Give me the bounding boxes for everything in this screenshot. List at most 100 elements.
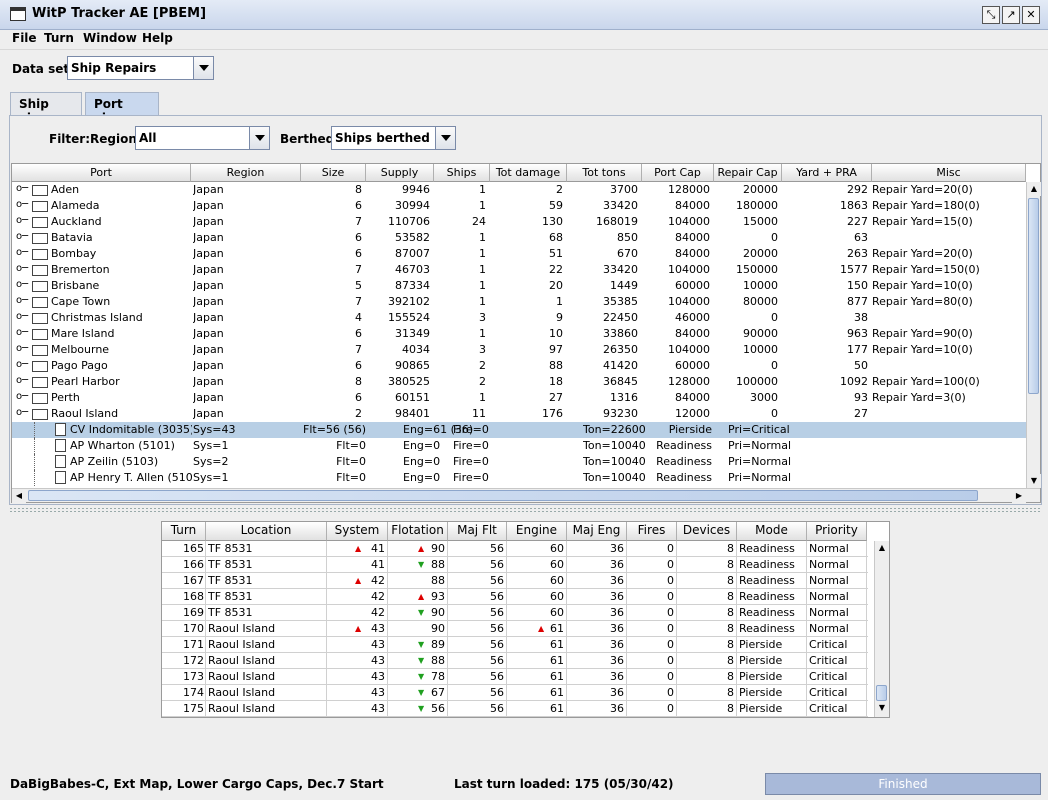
table-row[interactable]: o─ Pago Pago Japan 6 90865 2 88 41420 60000 0 50	[12, 358, 1026, 374]
column-header[interactable]: Location	[206, 522, 327, 541]
tree-expand-icon[interactable]: o─	[16, 231, 30, 242]
scroll-down-icon[interactable]: ▼	[875, 701, 889, 715]
table-row[interactable]: 173 Raoul Island 43 ▼ 78 56 61 36 0 8 Pierside Crit…	[162, 669, 868, 685]
column-header[interactable]: Engine	[507, 522, 567, 541]
tree-expand-icon[interactable]: o─	[16, 327, 30, 338]
chevron-down-icon[interactable]	[249, 127, 269, 149]
column-header[interactable]: Size	[301, 164, 366, 182]
tree-expand-icon[interactable]: o─	[16, 215, 30, 226]
port-table-vscroll[interactable]: ▲ ▼	[1026, 182, 1041, 488]
tree-expand-icon[interactable]: o─	[16, 183, 30, 194]
table-row[interactable]: o─ Bremerton Japan 7 46703 1 22 33420 104000 1500…	[12, 262, 1026, 278]
column-header[interactable]: System	[327, 522, 388, 541]
column-header[interactable]: Priority	[807, 522, 867, 541]
column-header[interactable]: Misc	[872, 164, 1026, 182]
table-row[interactable]: 174 Raoul Island 43 ▼ 67 56 61 36 0 8 Pierside Crit…	[162, 685, 868, 701]
column-header[interactable]: Turn	[162, 522, 206, 541]
close-icon[interactable]: ✕	[1022, 6, 1040, 24]
tab-ship-view[interactable]: Ship view	[10, 92, 82, 125]
ship-row[interactable]: AP Zeilin (5103) Sys=2 Flt=0 Eng=0 Fire=0 Ton…	[12, 454, 1026, 470]
table-row[interactable]: 175 Raoul Island 43 ▼ 56 56 61 36 0 8 Pierside Crit…	[162, 701, 868, 717]
table-row[interactable]: 172 Raoul Island 43 ▼ 88 56 61 36 0 8 Pierside Crit…	[162, 653, 868, 669]
column-header[interactable]: Fires	[627, 522, 677, 541]
table-row[interactable]: o─ Bombay Japan 6 87007 1 51 670 84000 20000 263 Re…	[12, 246, 1026, 262]
table-row[interactable]: o─ Auckland Japan 7 110706 24 130 168019 104000 1…	[12, 214, 1026, 230]
table-cell: Repair Yard=100(0)	[872, 375, 980, 388]
column-header[interactable]: Tot tons	[567, 164, 642, 182]
tree-expand-icon[interactable]: o─	[16, 311, 30, 322]
table-row[interactable]: o─ Brisbane Japan 5 87334 1 20 1449 60000 10000 15…	[12, 278, 1026, 294]
table-cell: 56	[490, 686, 504, 699]
vscroll-thumb[interactable]	[1028, 198, 1039, 394]
dataset-select[interactable]: Ship Repairs	[67, 56, 214, 80]
column-header[interactable]: Port Cap	[642, 164, 714, 182]
minimize-icon[interactable]: ⤡	[982, 6, 1000, 24]
tree-expand-icon[interactable]: o─	[16, 343, 30, 354]
scroll-down-icon[interactable]: ▼	[1027, 474, 1041, 488]
table-row[interactable]: o─ Mare Island Japan 6 31349 1 10 33860 84000 900…	[12, 326, 1026, 342]
region-select[interactable]: All	[135, 126, 270, 150]
column-header[interactable]: Maj Eng	[567, 522, 627, 541]
scroll-right-icon[interactable]: ▶	[1012, 489, 1026, 503]
tree-expand-icon[interactable]: o─	[16, 391, 30, 402]
menu-file[interactable]: File	[12, 31, 37, 45]
table-row[interactable]: o─ Perth Japan 6 60151 1 27 1316 84000 3000 93 Repa…	[12, 390, 1026, 406]
column-header[interactable]: Repair Cap	[714, 164, 782, 182]
tree-expand-icon[interactable]: o─	[16, 279, 30, 290]
column-header[interactable]: Region	[191, 164, 301, 182]
chevron-down-icon[interactable]	[435, 127, 455, 149]
column-header[interactable]: Port	[12, 164, 191, 182]
column-header[interactable]: Supply	[366, 164, 434, 182]
table-row[interactable]: 169 TF 8531 42 ▼ 90 56 60 36 0 8 Readiness Normal	[162, 605, 868, 621]
tree-expand-icon[interactable]: o─	[16, 199, 30, 210]
table-row[interactable]: 165 TF 8531 ▲ 41 ▲ 90 56 60 36 0 8 Readiness Normal	[162, 541, 868, 557]
maximize-icon[interactable]: ↗	[1002, 6, 1020, 24]
table-row[interactable]: o─ Alameda Japan 6 30994 1 59 33420 84000 180000 1…	[12, 198, 1026, 214]
split-divider[interactable]	[9, 507, 1042, 513]
tree-expand-icon[interactable]: o─	[16, 375, 30, 386]
table-row[interactable]: 168 TF 8531 42 ▲ 93 56 60 36 0 8 Readiness Normal	[162, 589, 868, 605]
table-row[interactable]: 170 Raoul Island ▲ 43 90 56 ▲ 61 36 0 8 Readiness No…	[162, 621, 868, 637]
ship-row[interactable]: CV Indomitable (3035) Sys=43 Flt=56 (56) En…	[12, 422, 1026, 438]
vscroll-thumb[interactable]	[876, 685, 887, 701]
history-vscroll[interactable]: ▲ ▼	[874, 541, 889, 717]
column-header[interactable]: Ships	[434, 164, 490, 182]
ship-row[interactable]: AP Henry T. Allen (5105) Sys=1 Flt=0 Eng=0 F…	[12, 470, 1026, 486]
column-header[interactable]: Maj Flt	[448, 522, 507, 541]
tab-port-view[interactable]: Port view	[85, 92, 159, 125]
scroll-up-icon[interactable]: ▲	[875, 541, 889, 555]
column-header[interactable]: Yard + PRA	[782, 164, 872, 182]
table-row[interactable]: o─ Aden Japan 8 9946 1 2 3700 128000 20000 292 Repa…	[12, 182, 1026, 198]
table-row[interactable]: o─ Batavia Japan 6 53582 1 68 850 84000 0 63	[12, 230, 1026, 246]
tree-expand-icon[interactable]: o─	[16, 295, 30, 306]
menu-turn[interactable]: Turn	[44, 31, 74, 45]
table-row[interactable]: 167 TF 8531 ▲ 42 88 56 60 36 0 8 Readiness Normal	[162, 573, 868, 589]
table-row[interactable]: o─ Raoul Island Japan 2 98401 11 176 93230 12000…	[12, 406, 1026, 422]
table-cell: 36	[610, 670, 624, 683]
tree-line	[34, 422, 52, 438]
title-bar[interactable]: WitP Tracker AE [PBEM] ⤡ ↗ ✕	[0, 0, 1048, 30]
column-header[interactable]: Mode	[737, 522, 807, 541]
tree-expand-icon[interactable]: o─	[16, 263, 30, 274]
table-row[interactable]: o─ Melbourne Japan 7 4034 3 97 26350 104000 10000…	[12, 342, 1026, 358]
table-row[interactable]: o─ Pearl Harbor Japan 8 380525 2 18 36845 128000…	[12, 374, 1026, 390]
menu-help[interactable]: Help	[142, 31, 173, 45]
tree-expand-icon[interactable]: o─	[16, 247, 30, 258]
table-row[interactable]: o─ Christmas Island Japan 4 155524 3 9 22450 460…	[12, 310, 1026, 326]
tree-expand-icon[interactable]: o─	[16, 407, 30, 418]
hscroll-thumb[interactable]	[28, 490, 978, 501]
column-header[interactable]: Flotation	[388, 522, 448, 541]
scroll-up-icon[interactable]: ▲	[1027, 182, 1041, 196]
berthed-select[interactable]: Ships berthed	[331, 126, 456, 150]
tree-expand-icon[interactable]: o─	[16, 359, 30, 370]
column-header[interactable]: Devices	[677, 522, 737, 541]
port-table-hscroll[interactable]: ◀ ▶	[12, 488, 1040, 503]
table-row[interactable]: 166 TF 8531 41 ▼ 88 56 60 36 0 8 Readiness Normal	[162, 557, 868, 573]
menu-window[interactable]: Window	[83, 31, 137, 45]
chevron-down-icon[interactable]	[193, 57, 213, 79]
ship-row[interactable]: AP Wharton (5101) Sys=1 Flt=0 Eng=0 Fire=0 To…	[12, 438, 1026, 454]
table-row[interactable]: 171 Raoul Island 43 ▼ 89 56 61 36 0 8 Pierside Crit…	[162, 637, 868, 653]
scroll-left-icon[interactable]: ◀	[12, 489, 26, 503]
table-row[interactable]: o─ Cape Town Japan 7 392102 1 1 35385 104000 8000…	[12, 294, 1026, 310]
column-header[interactable]: Tot damage	[490, 164, 567, 182]
